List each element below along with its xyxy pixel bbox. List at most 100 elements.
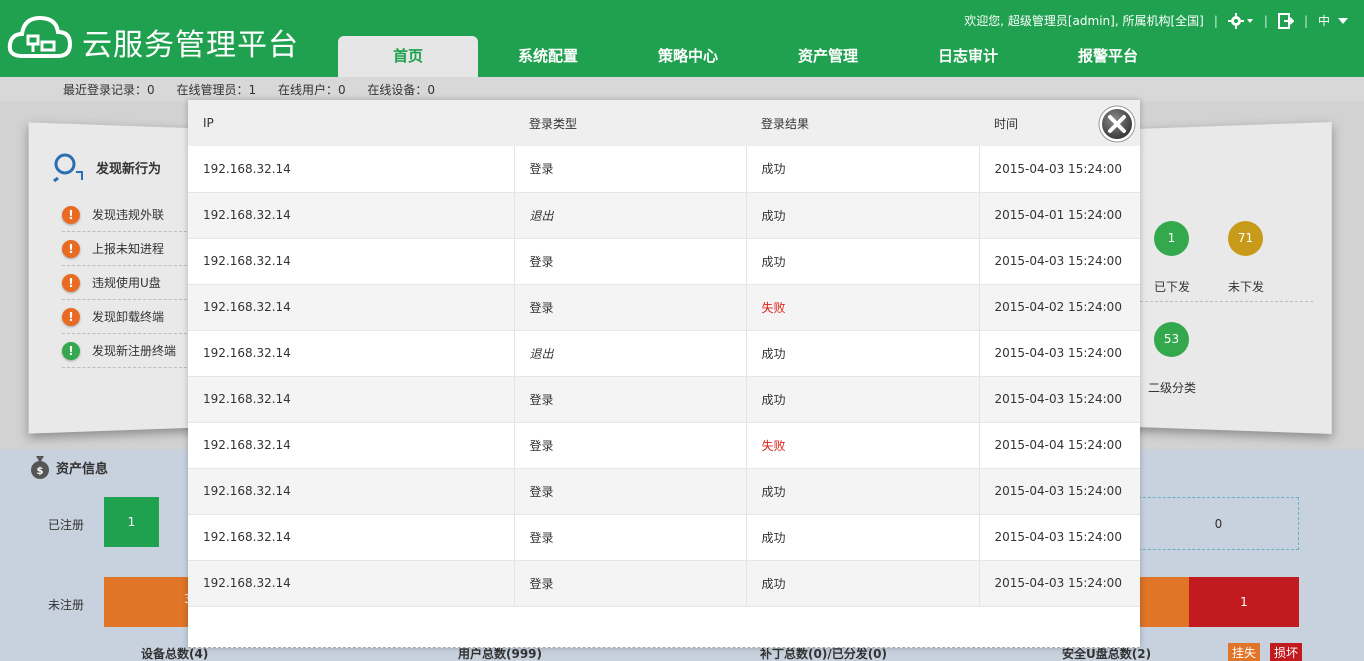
online-admins-stat[interactable]: 在线管理员：1 bbox=[176, 83, 256, 97]
level2-count-badge[interactable]: 53 bbox=[1154, 322, 1189, 357]
table-row[interactable]: 192.168.32.14 登录 失败 2015-04-02 15:24:00 bbox=[188, 284, 1140, 331]
user-info: 欢迎您, 超级管理员[admin], 所属机构[全国] bbox=[964, 14, 1204, 28]
cell-time: 2015-04-01 15:24:00 bbox=[979, 192, 1140, 239]
issued-count-badge[interactable]: 1 bbox=[1154, 221, 1189, 256]
cell-time: 2015-04-03 15:24:00 bbox=[979, 330, 1140, 377]
table-row[interactable]: 192.168.32.14 登录 失败 2015-04-04 15:24:00 bbox=[188, 422, 1140, 469]
behavior-item-unknown-process[interactable]: ! 上报未知进程 bbox=[62, 232, 192, 266]
online-users-stat[interactable]: 在线用户：0 bbox=[278, 83, 346, 97]
cell-login-type: 登录 bbox=[514, 376, 747, 423]
table-row[interactable]: 192.168.32.14 退出 成功 2015-04-01 15:24:00 bbox=[188, 192, 1140, 239]
login-records-modal: IP 登录类型 登录结果 时间 192.168.32.14 登录 成功 2015… bbox=[188, 100, 1140, 648]
cell-time: 2015-04-03 15:24:00 bbox=[979, 376, 1140, 423]
alert-icon: ! bbox=[62, 307, 80, 326]
cell-login-result: 失败 bbox=[746, 284, 980, 331]
cell-login-type: 登录 bbox=[514, 468, 747, 515]
column-header-ip[interactable]: IP bbox=[188, 100, 514, 146]
cell-time: 2015-04-02 15:24:00 bbox=[979, 284, 1140, 331]
cell-time: 2015-04-03 15:24:00 bbox=[979, 468, 1140, 515]
cell-login-result: 成功 bbox=[746, 468, 980, 515]
behavior-item-uninstall[interactable]: ! 发现卸载终端 bbox=[62, 300, 192, 334]
behavior-item-external[interactable]: ! 发现违规外联 bbox=[62, 198, 192, 232]
cell-login-result: 成功 bbox=[746, 192, 980, 239]
close-icon bbox=[1098, 105, 1136, 143]
tag-damaged[interactable]: 损坏 bbox=[1270, 643, 1303, 661]
nav-tab-alarm-platform[interactable]: 报警平台 bbox=[1038, 36, 1178, 77]
cell-login-result: 成功 bbox=[746, 238, 980, 285]
table-row[interactable]: 192.168.32.14 登录 成功 2015-04-03 15:24:00 bbox=[188, 376, 1140, 423]
cell-login-type: 登录 bbox=[514, 560, 747, 607]
cell-login-result: 失败 bbox=[746, 422, 980, 469]
behavior-item-label: 发现新注册终端 bbox=[92, 344, 177, 358]
search-icon bbox=[53, 153, 83, 182]
behavior-item-label: 发现违规外联 bbox=[92, 208, 165, 222]
cell-ip: 192.168.32.14 bbox=[188, 330, 515, 377]
unregistered-label: 未注册 bbox=[48, 598, 85, 612]
cell-login-type: 退出 bbox=[514, 192, 747, 239]
nav-tab-home[interactable]: 首页 bbox=[338, 36, 478, 77]
nav-tab-log-audit[interactable]: 日志审计 bbox=[898, 36, 1038, 77]
nav-tab-asset-management[interactable]: 资产管理 bbox=[758, 36, 898, 77]
cell-login-result: 成功 bbox=[746, 146, 980, 193]
behavior-title: 发现新行为 bbox=[96, 161, 162, 177]
column-header-login-type[interactable]: 登录类型 bbox=[514, 100, 746, 146]
cell-ip: 192.168.32.14 bbox=[188, 238, 515, 285]
language-selector[interactable]: 中 bbox=[1318, 12, 1348, 29]
gear-icon[interactable] bbox=[1227, 12, 1254, 29]
table-row[interactable]: 192.168.32.14 登录 成功 2015-04-03 15:24:00 bbox=[188, 238, 1140, 285]
language-label: 中 bbox=[1317, 14, 1330, 28]
cell-login-result: 成功 bbox=[746, 560, 980, 607]
not-issued-count-badge[interactable]: 71 bbox=[1228, 221, 1263, 256]
table-row[interactable]: 192.168.32.14 登录 成功 2015-04-03 15:24:00 bbox=[188, 514, 1140, 561]
nav-tab-system-config[interactable]: 系统配置 bbox=[478, 36, 618, 77]
logout-icon[interactable] bbox=[1277, 12, 1294, 29]
table-row[interactable]: 192.168.32.14 登录 成功 2015-04-03 15:24:00 bbox=[188, 468, 1140, 515]
chevron-down-icon bbox=[1338, 17, 1348, 24]
behavior-item-usb[interactable]: ! 违规使用U盘 bbox=[62, 266, 192, 300]
registered-count[interactable]: 1 bbox=[104, 497, 159, 547]
behavior-item-label: 上报未知进程 bbox=[92, 242, 165, 256]
behavior-list: ! 发现违规外联 ! 上报未知进程 ! 违规使用U盘 ! 发现卸载终端 ! 发现… bbox=[62, 198, 192, 368]
cell-login-type: 登录 bbox=[514, 284, 747, 331]
cloud-logo-icon bbox=[7, 15, 73, 58]
close-modal-button[interactable] bbox=[1097, 104, 1137, 144]
unregistered-right-count[interactable]: 1 bbox=[1189, 577, 1299, 627]
behavior-item-new-register[interactable]: ! 发现新注册终端 bbox=[62, 334, 192, 368]
cell-time: 2015-04-03 15:24:00 bbox=[979, 560, 1140, 607]
divider: | bbox=[1213, 13, 1218, 28]
table-header-row: IP 登录类型 登录结果 时间 bbox=[188, 100, 1140, 146]
behavior-item-label: 违规使用U盘 bbox=[92, 276, 161, 290]
alert-icon: ! bbox=[62, 239, 80, 258]
cell-login-type: 登录 bbox=[514, 146, 747, 193]
table-row[interactable]: 192.168.32.14 退出 成功 2015-04-03 15:24:00 bbox=[188, 330, 1140, 377]
money-bag-icon: $ bbox=[31, 456, 49, 479]
cell-login-result: 成功 bbox=[746, 376, 980, 423]
policy-panel bbox=[1113, 122, 1332, 434]
user-bar: 欢迎您, 超级管理员[admin], 所属机构[全国] | | | 中 bbox=[964, 12, 1348, 29]
cell-ip: 192.168.32.14 bbox=[188, 560, 515, 607]
table-row[interactable]: 192.168.32.14 登录 成功 2015-04-03 15:24:00 bbox=[188, 146, 1140, 193]
tag-lost[interactable]: 挂失 bbox=[1228, 643, 1261, 661]
cell-login-type: 登录 bbox=[514, 514, 747, 561]
online-devices-stat[interactable]: 在线设备：0 bbox=[367, 83, 435, 97]
alert-icon: ! bbox=[62, 273, 80, 292]
level2-label: 二级分类 bbox=[1148, 381, 1197, 395]
cell-login-result: 成功 bbox=[746, 514, 980, 561]
registered-right-count[interactable]: 0 bbox=[1138, 497, 1299, 550]
app-logo[interactable]: 云服务管理平台 bbox=[6, 12, 306, 66]
cell-ip: 192.168.32.14 bbox=[188, 514, 515, 561]
nav-tab-policy-center[interactable]: 策略中心 bbox=[618, 36, 758, 77]
cell-time: 2015-04-03 15:24:00 bbox=[979, 146, 1140, 193]
table-row[interactable]: 192.168.32.14 登录 成功 2015-04-03 15:24:00 bbox=[188, 560, 1140, 607]
issued-label: 已下发 bbox=[1154, 280, 1191, 294]
top-header: 云服务管理平台 欢迎您, 超级管理员[admin], 所属机构[全国] | | … bbox=[0, 0, 1364, 77]
not-issued-label: 未下发 bbox=[1228, 280, 1265, 294]
cell-login-type: 退出 bbox=[514, 330, 747, 377]
cell-ip: 192.168.32.14 bbox=[188, 376, 515, 423]
recent-login-stat[interactable]: 最近登录记录：0 bbox=[63, 83, 155, 97]
alert-icon: ! bbox=[62, 205, 80, 224]
column-header-login-result[interactable]: 登录结果 bbox=[746, 100, 979, 146]
cell-time: 2015-04-03 15:24:00 bbox=[979, 514, 1140, 561]
main-nav: 首页 系统配置 策略中心 资产管理 日志审计 报警平台 bbox=[338, 36, 1178, 77]
divider bbox=[1140, 301, 1313, 302]
